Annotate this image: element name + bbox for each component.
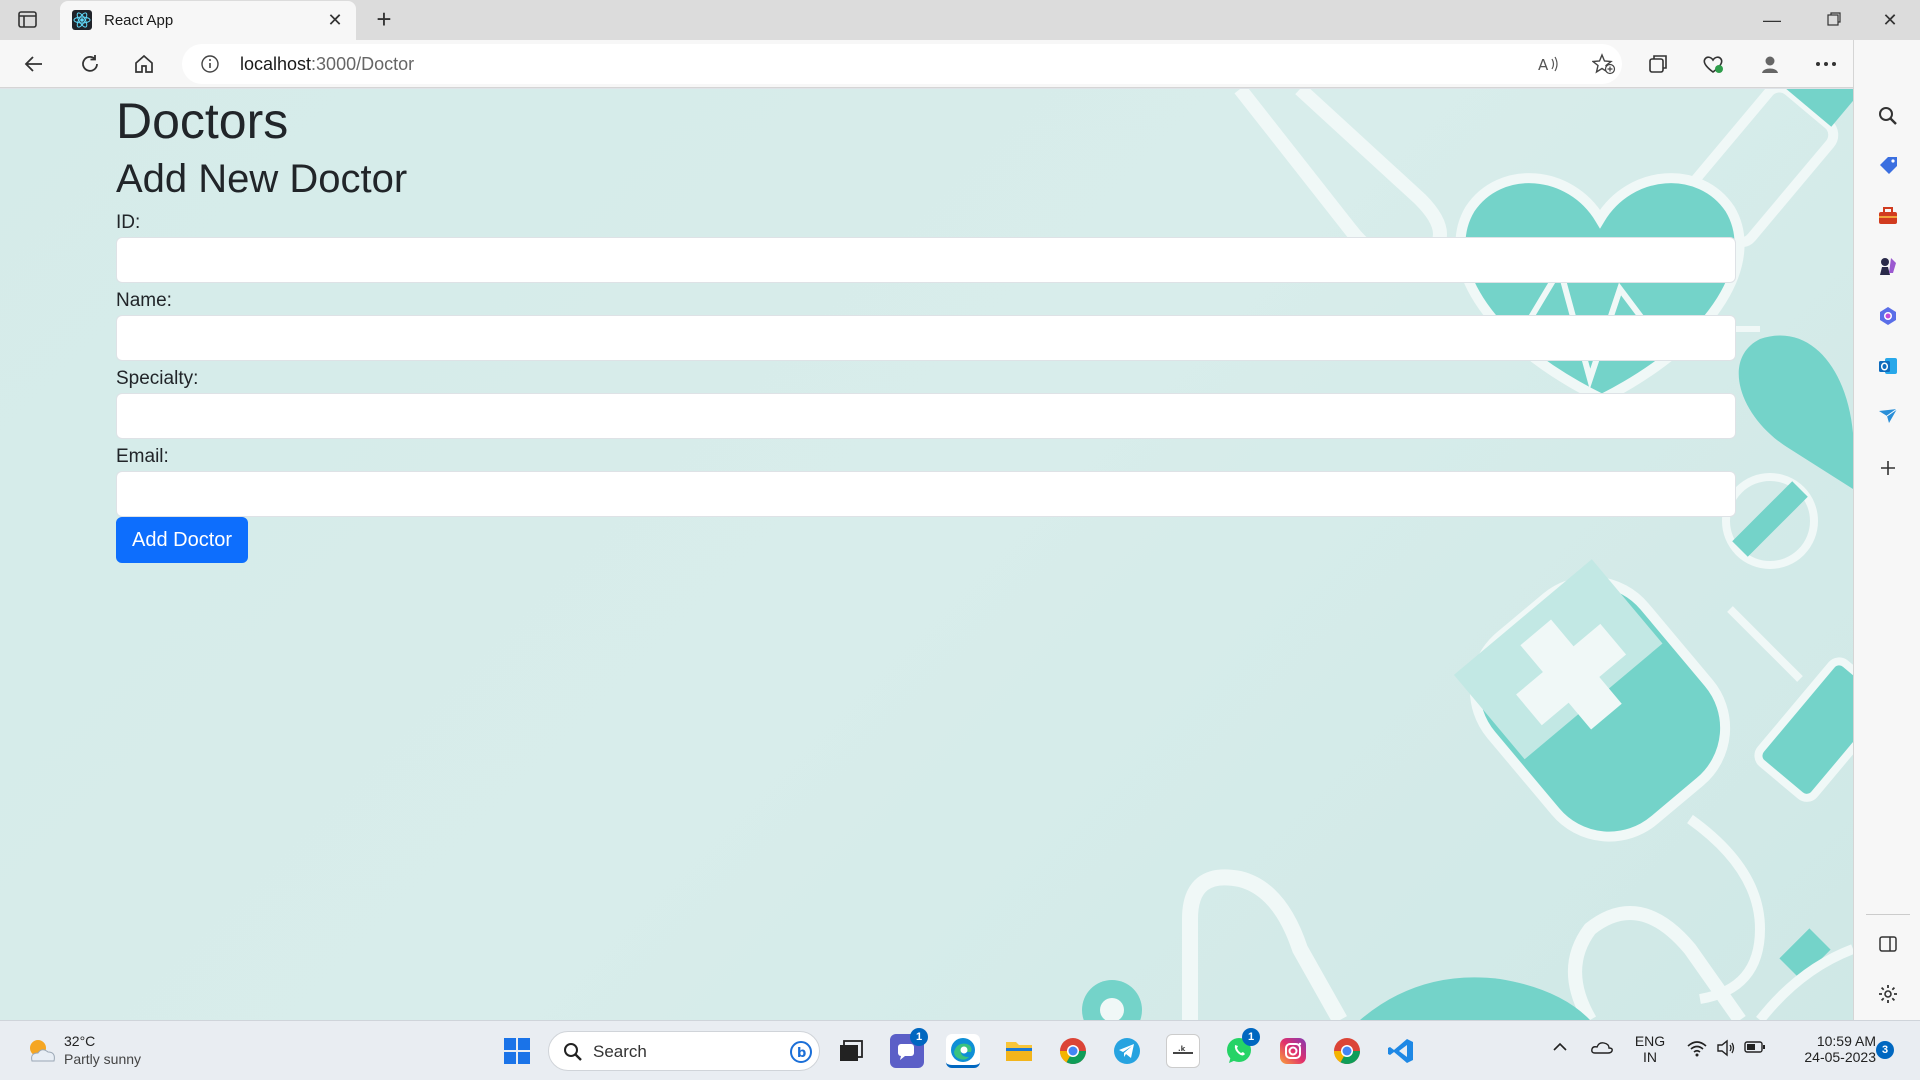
shopping-tag-icon[interactable] — [1874, 152, 1902, 180]
read-aloud-icon[interactable]: A — [1534, 52, 1562, 76]
add-favorite-icon[interactable] — [1590, 52, 1618, 76]
url-host: localhost — [240, 54, 312, 74]
home-icon[interactable] — [128, 48, 160, 80]
page-viewport: Doctors Add New Doctor ID: Name: Special… — [0, 89, 1853, 1020]
edge-sidebar — [1853, 40, 1920, 1020]
screen: React App ✕ + — ✕ localhost:3000/Doctor … — [0, 0, 1920, 1080]
specialty-field-group: Specialty: — [116, 365, 1736, 439]
email-label: Email: — [116, 446, 169, 467]
windows-taskbar: 32°C Partly sunny Search b 1 .k 1 ENG IN… — [0, 1020, 1920, 1080]
tab-actions-icon[interactable] — [16, 9, 40, 31]
tab-strip: React App ✕ + — ✕ — [0, 0, 1920, 40]
windows-start-icon[interactable] — [500, 1034, 534, 1068]
more-options-icon[interactable] — [1810, 48, 1842, 80]
name-label: Name: — [116, 290, 172, 311]
site-info-icon[interactable] — [200, 54, 220, 74]
email-input[interactable] — [116, 471, 1736, 517]
back-icon[interactable] — [18, 48, 50, 80]
weather-temperature: 32°C — [64, 1033, 96, 1049]
url-path: :3000/Doctor — [311, 54, 415, 74]
refresh-icon[interactable] — [74, 48, 106, 80]
profile-icon[interactable] — [1754, 48, 1786, 80]
browser-toolbar: localhost:3000/Doctor A b — [0, 40, 1920, 88]
games-icon[interactable] — [1874, 252, 1902, 280]
search-placeholder: Search — [593, 1042, 647, 1061]
notepad-app-icon[interactable]: .k — [1166, 1034, 1200, 1068]
close-window-icon[interactable]: ✕ — [1862, 6, 1918, 34]
restore-icon[interactable] — [1806, 6, 1862, 34]
input-language[interactable]: ENG IN — [1630, 1033, 1670, 1065]
tools-icon[interactable] — [1874, 202, 1902, 230]
id-label: ID: — [116, 212, 141, 233]
doctor-form-container: Doctors Add New Doctor ID: Name: Special… — [116, 89, 1736, 563]
weather-condition: Partly sunny — [64, 1051, 142, 1067]
name-input[interactable] — [116, 315, 1736, 361]
svg-text:.k: .k — [1178, 1045, 1186, 1053]
sidebar-divider — [1866, 914, 1910, 915]
vscode-icon[interactable] — [1384, 1034, 1418, 1068]
email-field-group: Email: — [116, 443, 1736, 517]
specialty-input[interactable] — [116, 393, 1736, 439]
settings-gear-icon[interactable] — [1874, 980, 1902, 1008]
new-tab-icon[interactable]: + — [370, 6, 398, 34]
chrome-profile-icon[interactable] — [1056, 1034, 1090, 1068]
add-sidebar-app-icon[interactable] — [1874, 454, 1902, 482]
specialty-label: Specialty: — [116, 368, 199, 389]
whatsapp-notification-badge: 1 — [1242, 1028, 1260, 1046]
clock-time: 10:59 AM — [1816, 1033, 1876, 1049]
hide-sidebar-icon[interactable] — [1874, 930, 1902, 958]
add-doctor-button[interactable]: Add Doctor — [116, 517, 249, 563]
telegram-icon[interactable] — [1110, 1034, 1144, 1068]
onedrive-icon[interactable] — [1590, 1039, 1614, 1058]
bing-icon: b — [790, 1041, 812, 1063]
clock[interactable]: 10:59 AM 24-05-2023 — [1780, 1033, 1876, 1065]
name-field-group: Name: — [116, 287, 1736, 361]
collections-icon[interactable] — [1642, 48, 1674, 80]
tab-title: React App — [104, 12, 174, 29]
microsoft-365-icon[interactable] — [1874, 302, 1902, 330]
id-field-group: ID: — [116, 209, 1736, 283]
clock-date: 24-05-2023 — [1804, 1049, 1876, 1065]
search-icon[interactable] — [1874, 102, 1902, 130]
taskbar-search[interactable]: Search b — [548, 1031, 820, 1071]
teams-notification-badge: 1 — [910, 1028, 928, 1046]
svg-text:A: A — [1538, 56, 1549, 73]
volume-icon[interactable] — [1716, 1039, 1736, 1060]
close-tab-icon[interactable]: ✕ — [324, 9, 346, 31]
whatsapp-icon[interactable]: 1 — [1222, 1028, 1260, 1068]
id-input[interactable] — [116, 237, 1736, 283]
address-bar[interactable]: localhost:3000/Doctor A — [182, 44, 1622, 84]
partly-sunny-icon — [30, 1040, 55, 1062]
teams-chat-icon[interactable]: 1 — [890, 1028, 928, 1068]
wifi-icon[interactable] — [1686, 1039, 1708, 1060]
edge-browser-icon[interactable] — [946, 1034, 980, 1068]
weather-widget[interactable]: 32°C Partly sunny — [24, 1031, 174, 1071]
browser-essentials-icon[interactable] — [1697, 48, 1729, 80]
chrome-icon[interactable] — [1330, 1034, 1364, 1068]
instagram-icon[interactable] — [1276, 1034, 1310, 1068]
battery-icon[interactable] — [1744, 1040, 1766, 1057]
search-icon — [564, 1043, 582, 1061]
file-explorer-icon[interactable] — [1002, 1034, 1036, 1068]
outlook-icon[interactable] — [1874, 352, 1902, 380]
minimize-icon[interactable]: — — [1744, 6, 1800, 34]
language-code: ENG — [1634, 1033, 1666, 1049]
show-hidden-icons[interactable] — [1552, 1039, 1568, 1055]
form-title: Add New Doctor — [116, 157, 408, 201]
react-logo-icon — [72, 10, 92, 30]
task-view-icon[interactable] — [834, 1034, 868, 1068]
send-icon[interactable] — [1874, 402, 1902, 430]
notification-count-badge[interactable]: 3 — [1876, 1041, 1894, 1059]
region-code: IN — [1643, 1049, 1657, 1065]
browser-tab[interactable]: React App ✕ — [60, 1, 356, 40]
svg-text:b: b — [797, 1046, 806, 1061]
url-text: localhost:3000/Doctor — [240, 54, 414, 75]
page-title: Doctors — [116, 93, 289, 149]
